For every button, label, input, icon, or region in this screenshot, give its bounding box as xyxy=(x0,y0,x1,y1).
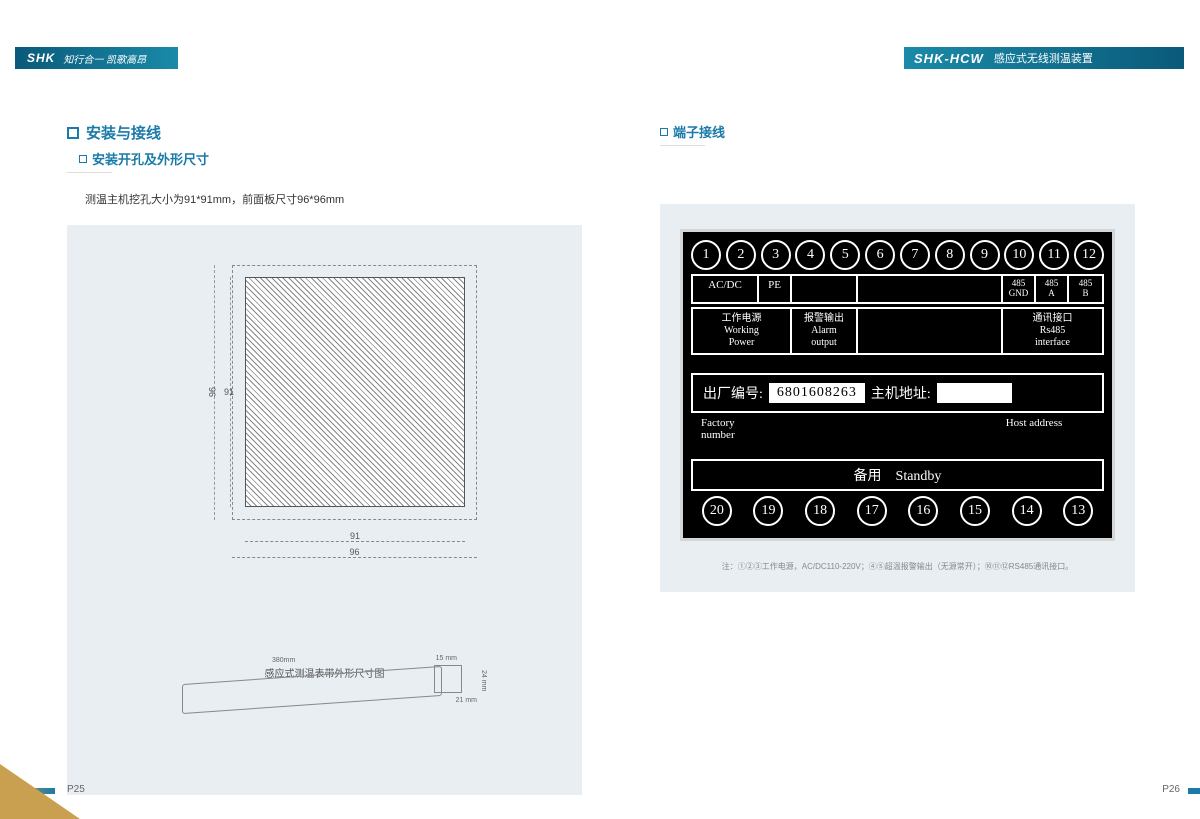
blank-cell xyxy=(792,276,858,302)
page-number-right: P26 xyxy=(1162,784,1180,795)
dimension-diagram: 96 91 91 96 xyxy=(112,255,537,615)
square-icon xyxy=(67,127,79,139)
right-title: 端子接线 xyxy=(660,122,1135,141)
terminal-18: 18 xyxy=(805,496,835,526)
alarm-cell: 报警输出 Alarm output xyxy=(792,309,858,353)
terminal-7: 7 xyxy=(900,240,930,270)
terminal-14: 14 xyxy=(1012,496,1042,526)
header-right: SHK-HCW 感应式无线测温装置 xyxy=(904,47,1184,69)
divider xyxy=(67,172,112,173)
belt-15: 15 mm xyxy=(436,655,457,662)
terminal-4: 4 xyxy=(795,240,825,270)
terminal-13: 13 xyxy=(1063,496,1093,526)
terminal-15: 15 xyxy=(960,496,990,526)
serial-value: 6801608263 xyxy=(769,383,865,403)
diagram-panel: 96 91 91 96 380mm 15 mm 24 mm 21 mm 感应式测… xyxy=(67,225,582,795)
terminal-8: 8 xyxy=(935,240,965,270)
belt-21: 21 mm xyxy=(456,697,477,704)
terminal-1: 1 xyxy=(691,240,721,270)
comm-cell: 通讯接口 Rs485 interface xyxy=(1003,309,1102,353)
standby-row: 备用 Standby xyxy=(691,459,1104,491)
addr-blank xyxy=(937,383,1012,403)
header-left: SHK 知行合一 凯歌高昂 xyxy=(15,47,178,69)
belt-24: 24 mm xyxy=(480,670,487,691)
terminal-6: 6 xyxy=(865,240,895,270)
divider xyxy=(660,145,705,146)
belt-diagram: 380mm 15 mm 24 mm 21 mm 感应式测温表带外形尺寸图 xyxy=(112,665,537,775)
terminal-2: 2 xyxy=(726,240,756,270)
brand: SHK xyxy=(27,51,55,65)
blank-cell xyxy=(858,276,1003,302)
product: 感应式无线测温装置 xyxy=(994,50,1093,66)
description: 测温主机挖孔大小为91*91mm，前面板尺寸96*96mm xyxy=(85,191,582,207)
485b-cell: 485 B xyxy=(1069,276,1102,302)
terminal-grid-2: 工作电源 Working Power 报警输出 Alarm output 通讯接… xyxy=(691,307,1104,355)
serial-sublabel: Factory number Host address xyxy=(691,417,1104,447)
dim-96-h: 96 xyxy=(232,547,477,558)
footnote: 注：①②③工作电源，AC/DC110-220V；④⑤超温报警输出（无源常开）；⑩… xyxy=(680,561,1115,572)
terminal-5: 5 xyxy=(830,240,860,270)
terminal-20: 20 xyxy=(702,496,732,526)
section-title: 安装与接线 xyxy=(67,122,582,143)
dim-96-v: 96 xyxy=(207,265,217,520)
terminal-grid-1: AC/DC PE 485 GND 485 A 485 B xyxy=(691,274,1104,304)
belt-380: 380mm xyxy=(272,657,295,664)
terminal-10: 10 xyxy=(1004,240,1034,270)
terminal-16: 16 xyxy=(908,496,938,526)
title-text: 安装与接线 xyxy=(86,122,161,143)
model: SHK-HCW xyxy=(914,51,984,66)
power-cell: 工作电源 Working Power xyxy=(693,309,792,353)
subtitle-text: 安装开孔及外形尺寸 xyxy=(92,149,209,168)
serial-row: 出厂编号: 6801608263 主机地址: xyxy=(691,373,1104,413)
sub-title: 安装开孔及外形尺寸 xyxy=(79,149,582,168)
dim-91-h: 91 xyxy=(245,531,465,542)
pe-cell: PE xyxy=(759,276,792,302)
corner-decoration xyxy=(0,764,80,819)
485a-cell: 485 A xyxy=(1036,276,1069,302)
terminal-panel: 1 2 3 4 5 6 7 8 9 10 11 12 AC/DC PE 485 … xyxy=(660,204,1135,592)
square-icon xyxy=(660,128,668,136)
right-title-text: 端子接线 xyxy=(673,122,725,141)
serial-label: 出厂编号: xyxy=(703,383,763,403)
square-icon xyxy=(79,155,87,163)
dim-91-v: 91 xyxy=(224,277,234,507)
acdc-cell: AC/DC xyxy=(693,276,759,302)
terminal-12: 12 xyxy=(1074,240,1104,270)
bottom-terminal-row: 20 19 18 17 16 15 14 13 xyxy=(691,496,1104,526)
terminal-label-plate: 1 2 3 4 5 6 7 8 9 10 11 12 AC/DC PE 485 … xyxy=(683,232,1112,538)
terminal-11: 11 xyxy=(1039,240,1069,270)
slogan: 知行合一 凯歌高昂 xyxy=(63,51,146,66)
terminal-9: 9 xyxy=(970,240,1000,270)
top-terminal-row: 1 2 3 4 5 6 7 8 9 10 11 12 xyxy=(691,240,1104,270)
gnd-cell: 485 GND xyxy=(1003,276,1036,302)
terminal-3: 3 xyxy=(761,240,791,270)
blank-cell xyxy=(858,309,1003,353)
terminal-19: 19 xyxy=(753,496,783,526)
addr-label: 主机地址: xyxy=(871,383,931,403)
terminal-17: 17 xyxy=(857,496,887,526)
